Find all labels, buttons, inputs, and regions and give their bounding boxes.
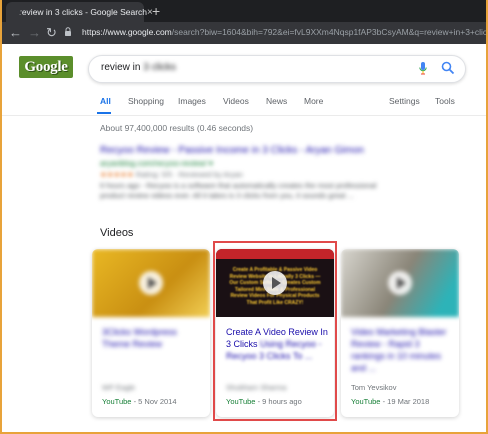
back-arrow-icon[interactable]: ← <box>9 24 22 42</box>
video-meta: YouTube - 19 Mar 2018 <box>351 397 430 406</box>
microphone-icon[interactable] <box>419 62 427 75</box>
tab-tools[interactable]: Tools <box>435 96 455 106</box>
video-source: YouTube <box>102 397 132 406</box>
tab-settings[interactable]: Settings <box>389 96 420 106</box>
video-card[interactable]: Video Marketing Blaster Review - Rapid 3… <box>341 249 459 417</box>
video-meta: YouTube - 5 Nov 2014 <box>102 397 177 406</box>
tab-images[interactable]: Images <box>178 96 206 106</box>
play-icon[interactable] <box>139 271 163 295</box>
result-snippet: 6 hours ago - Recyoo is a software that … <box>100 181 377 200</box>
google-logo[interactable]: Google <box>19 56 73 78</box>
video-date: 19 Mar 2018 <box>387 397 430 406</box>
search-query: review in 3 clicks <box>101 62 176 73</box>
browser-tab-bar: review in 3 clicks - Google Search × + <box>0 0 488 22</box>
active-tab-indicator <box>97 112 111 114</box>
browser-tab[interactable]: review in 3 clicks - Google Search × <box>6 2 153 22</box>
lock-icon[interactable] <box>64 27 72 37</box>
search-input[interactable]: review in 3 clicks <box>88 55 466 83</box>
tab-videos[interactable]: Videos <box>223 96 249 106</box>
video-card[interactable]: 3Clicks Wordpress Theme Review WP Eagle … <box>92 249 210 417</box>
play-icon[interactable] <box>388 271 412 295</box>
new-tab-button[interactable]: + <box>152 3 160 19</box>
tab-more[interactable]: More <box>304 96 323 106</box>
address-bar[interactable]: https://www.google.com/search?biw=1604&b… <box>82 27 488 37</box>
reload-icon[interactable]: ↻ <box>46 24 57 42</box>
video-channel: WP Eagle <box>102 383 136 392</box>
search-results-page: Google review in 3 clicks All Shopping I… <box>0 44 488 434</box>
result-rating: ★★★★★ Rating: 5/5 · Reviewed by Aryan <box>100 170 243 179</box>
video-source: YouTube <box>351 397 381 406</box>
tab-shopping[interactable]: Shopping <box>128 96 164 106</box>
url-host: https://www.google.com <box>82 27 172 37</box>
nav-divider <box>0 115 488 116</box>
video-date: 5 Nov 2014 <box>138 397 177 406</box>
result-title-link[interactable]: Recyoo Review - Passive Income in 3 Clic… <box>100 145 364 156</box>
video-channel: Tom Yevsikov <box>351 383 397 392</box>
search-query-blurred: 3 clicks <box>143 62 177 73</box>
search-icon[interactable] <box>441 61 455 75</box>
result-stats: About 97,400,000 results (0.46 seconds) <box>100 123 254 133</box>
forward-arrow-icon[interactable]: → <box>28 24 41 42</box>
video-thumbnail[interactable] <box>341 249 459 317</box>
result-url[interactable]: aryanblog.com/recyoo-review/ ▾ <box>100 159 213 168</box>
video-thumbnail[interactable] <box>92 249 210 317</box>
videos-heading: Videos <box>100 227 134 239</box>
address-toolbar: ← → ↻ https://www.google.com/search?biw=… <box>0 22 488 44</box>
tab-all[interactable]: All <box>100 96 111 106</box>
tab-news[interactable]: News <box>266 96 287 106</box>
url-path: /search?biw=1604&bih=792&ei=fvL9XXm4Nqsp… <box>171 27 488 37</box>
search-query-visible: review in <box>101 62 141 73</box>
rating-stars-icon: ★★★★★ <box>100 170 134 179</box>
tab-title: review in 3 clicks - Google Search <box>19 7 148 17</box>
video-title-link[interactable]: Video Marketing Blaster Review - Rapid 3… <box>351 326 455 374</box>
search-tabs: All Shopping Images Videos News More Set… <box>0 96 488 114</box>
video-title-link[interactable]: 3Clicks Wordpress Theme Review <box>102 326 206 350</box>
highlight-box <box>213 241 337 421</box>
rating-text: Rating: 5/5 · Reviewed by Aryan <box>135 170 243 179</box>
logo-text: Google <box>24 58 68 75</box>
